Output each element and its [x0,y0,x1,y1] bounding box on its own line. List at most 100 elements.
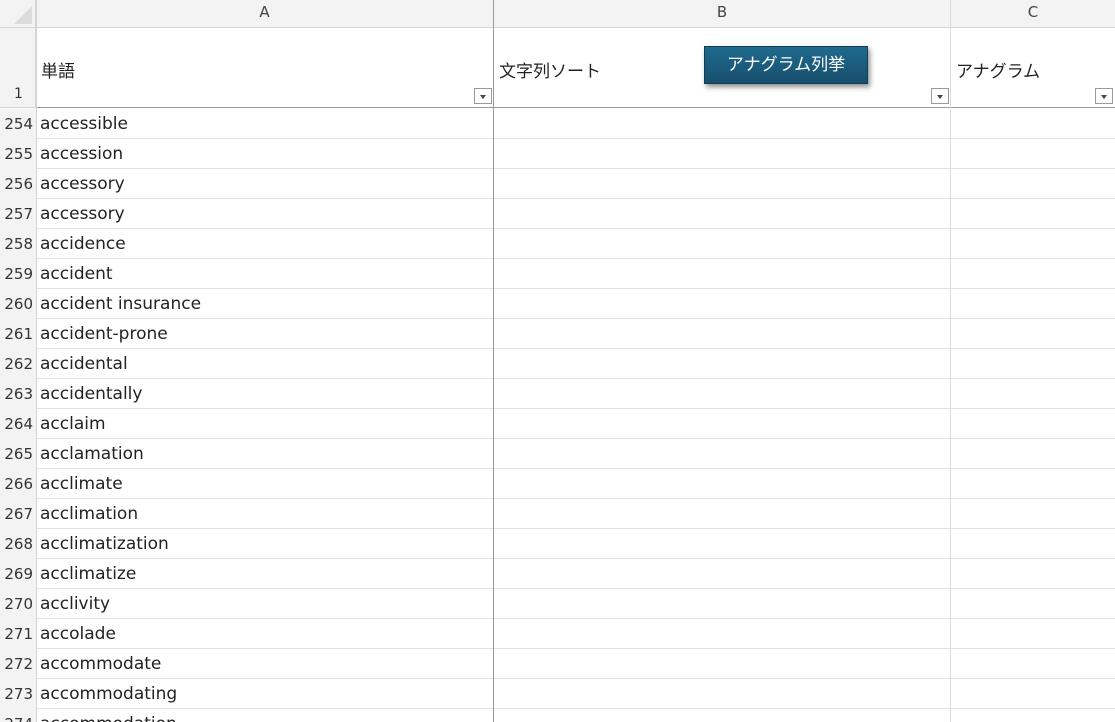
table-row: 269 acclimatize [0,559,1115,589]
cell-sorted[interactable] [494,259,950,289]
cell-anagram[interactable] [951,529,1115,559]
row-number[interactable]: 256 [0,169,36,199]
cell-anagram[interactable] [951,349,1115,379]
filter-dropdown-icon[interactable] [474,88,492,104]
spreadsheet: A B C 1 単語 文字列ソート アナグラム 254 accessible 255… [0,0,1115,722]
cell-anagram[interactable] [951,649,1115,679]
row-number[interactable]: 254 [0,109,36,139]
row-number[interactable]: 261 [0,319,36,349]
cell-anagram[interactable] [951,319,1115,349]
cell-anagram[interactable] [951,109,1115,139]
cell-anagram[interactable] [951,229,1115,259]
header-cell-c[interactable]: アナグラム [951,28,1115,108]
row-number[interactable]: 265 [0,439,36,469]
row-number[interactable]: 268 [0,529,36,559]
cell-word[interactable]: acclaim [36,409,493,439]
cell-anagram[interactable] [951,379,1115,409]
cell-sorted[interactable] [494,379,950,409]
row-number[interactable]: 271 [0,619,36,649]
row-number[interactable]: 272 [0,649,36,679]
cell-anagram[interactable] [951,469,1115,499]
cell-sorted[interactable] [494,559,950,589]
cell-word[interactable]: acclamation [36,439,493,469]
cell-sorted[interactable] [494,349,950,379]
cell-anagram[interactable] [951,199,1115,229]
cell-sorted[interactable] [494,619,950,649]
select-all-corner[interactable] [0,0,36,28]
anagram-list-button[interactable]: アナグラム列挙 [704,46,868,84]
cell-anagram[interactable] [951,289,1115,319]
cell-sorted[interactable] [494,139,950,169]
cell-word[interactable]: accessory [36,169,493,199]
header-text-anagram: アナグラム [956,62,1041,82]
cell-anagram[interactable] [951,499,1115,529]
cell-sorted[interactable] [494,199,950,229]
filter-dropdown-icon[interactable] [931,88,949,104]
cell-sorted[interactable] [494,409,950,439]
cell-word[interactable]: accident insurance [36,289,493,319]
cell-anagram[interactable] [951,709,1115,722]
row-number[interactable]: 257 [0,199,36,229]
cell-sorted[interactable] [494,469,950,499]
cell-word[interactable]: acclimate [36,469,493,499]
row-number[interactable]: 262 [0,349,36,379]
row-number[interactable]: 263 [0,379,36,409]
cell-word[interactable]: accessory [36,199,493,229]
column-header-c[interactable]: C [951,0,1115,28]
row-number[interactable]: 260 [0,289,36,319]
cell-word[interactable]: acclimation [36,499,493,529]
cell-sorted[interactable] [494,229,950,259]
cell-word[interactable]: accommodating [36,679,493,709]
cell-word[interactable]: accidence [36,229,493,259]
cell-word[interactable]: acclivity [36,589,493,619]
cell-sorted[interactable] [494,529,950,559]
cell-word[interactable]: accessible [36,109,493,139]
table-row: 261 accident-prone [0,319,1115,349]
row-header-1[interactable]: 1 [0,28,36,108]
row-number[interactable]: 269 [0,559,36,589]
cell-anagram[interactable] [951,259,1115,289]
cell-sorted[interactable] [494,289,950,319]
cell-sorted[interactable] [494,649,950,679]
cell-sorted[interactable] [494,169,950,199]
cell-anagram[interactable] [951,619,1115,649]
cell-sorted[interactable] [494,319,950,349]
cell-word[interactable]: acclimatize [36,559,493,589]
row-number[interactable]: 266 [0,469,36,499]
table-row: 271 accolade [0,619,1115,649]
column-header-a[interactable]: A [36,0,494,28]
row-number[interactable]: 273 [0,679,36,709]
cell-anagram[interactable] [951,439,1115,469]
cell-anagram[interactable] [951,679,1115,709]
header-cell-a[interactable]: 単語 [36,28,494,108]
row-number[interactable]: 255 [0,139,36,169]
cell-word[interactable]: accession [36,139,493,169]
cell-sorted[interactable] [494,679,950,709]
row-number[interactable]: 259 [0,259,36,289]
cell-anagram[interactable] [951,169,1115,199]
cell-word[interactable]: accommodate [36,649,493,679]
cell-word[interactable]: accidentally [36,379,493,409]
cell-sorted[interactable] [494,109,950,139]
cell-word[interactable]: accidental [36,349,493,379]
row-number[interactable]: 274 [0,709,36,722]
cell-anagram[interactable] [951,139,1115,169]
cell-sorted[interactable] [494,439,950,469]
cell-word[interactable]: acclimatization [36,529,493,559]
row-number[interactable]: 267 [0,499,36,529]
cell-word[interactable]: accolade [36,619,493,649]
cell-anagram[interactable] [951,559,1115,589]
row-number[interactable]: 258 [0,229,36,259]
filter-dropdown-icon[interactable] [1095,88,1113,104]
row-number[interactable]: 264 [0,409,36,439]
row-number[interactable]: 270 [0,589,36,619]
column-header-b[interactable]: B [494,0,951,28]
cell-sorted[interactable] [494,709,950,722]
cell-anagram[interactable] [951,409,1115,439]
cell-word[interactable]: accident [36,259,493,289]
cell-anagram[interactable] [951,589,1115,619]
cell-word[interactable]: accommodation [36,709,493,722]
cell-word[interactable]: accident-prone [36,319,493,349]
cell-sorted[interactable] [494,589,950,619]
cell-sorted[interactable] [494,499,950,529]
